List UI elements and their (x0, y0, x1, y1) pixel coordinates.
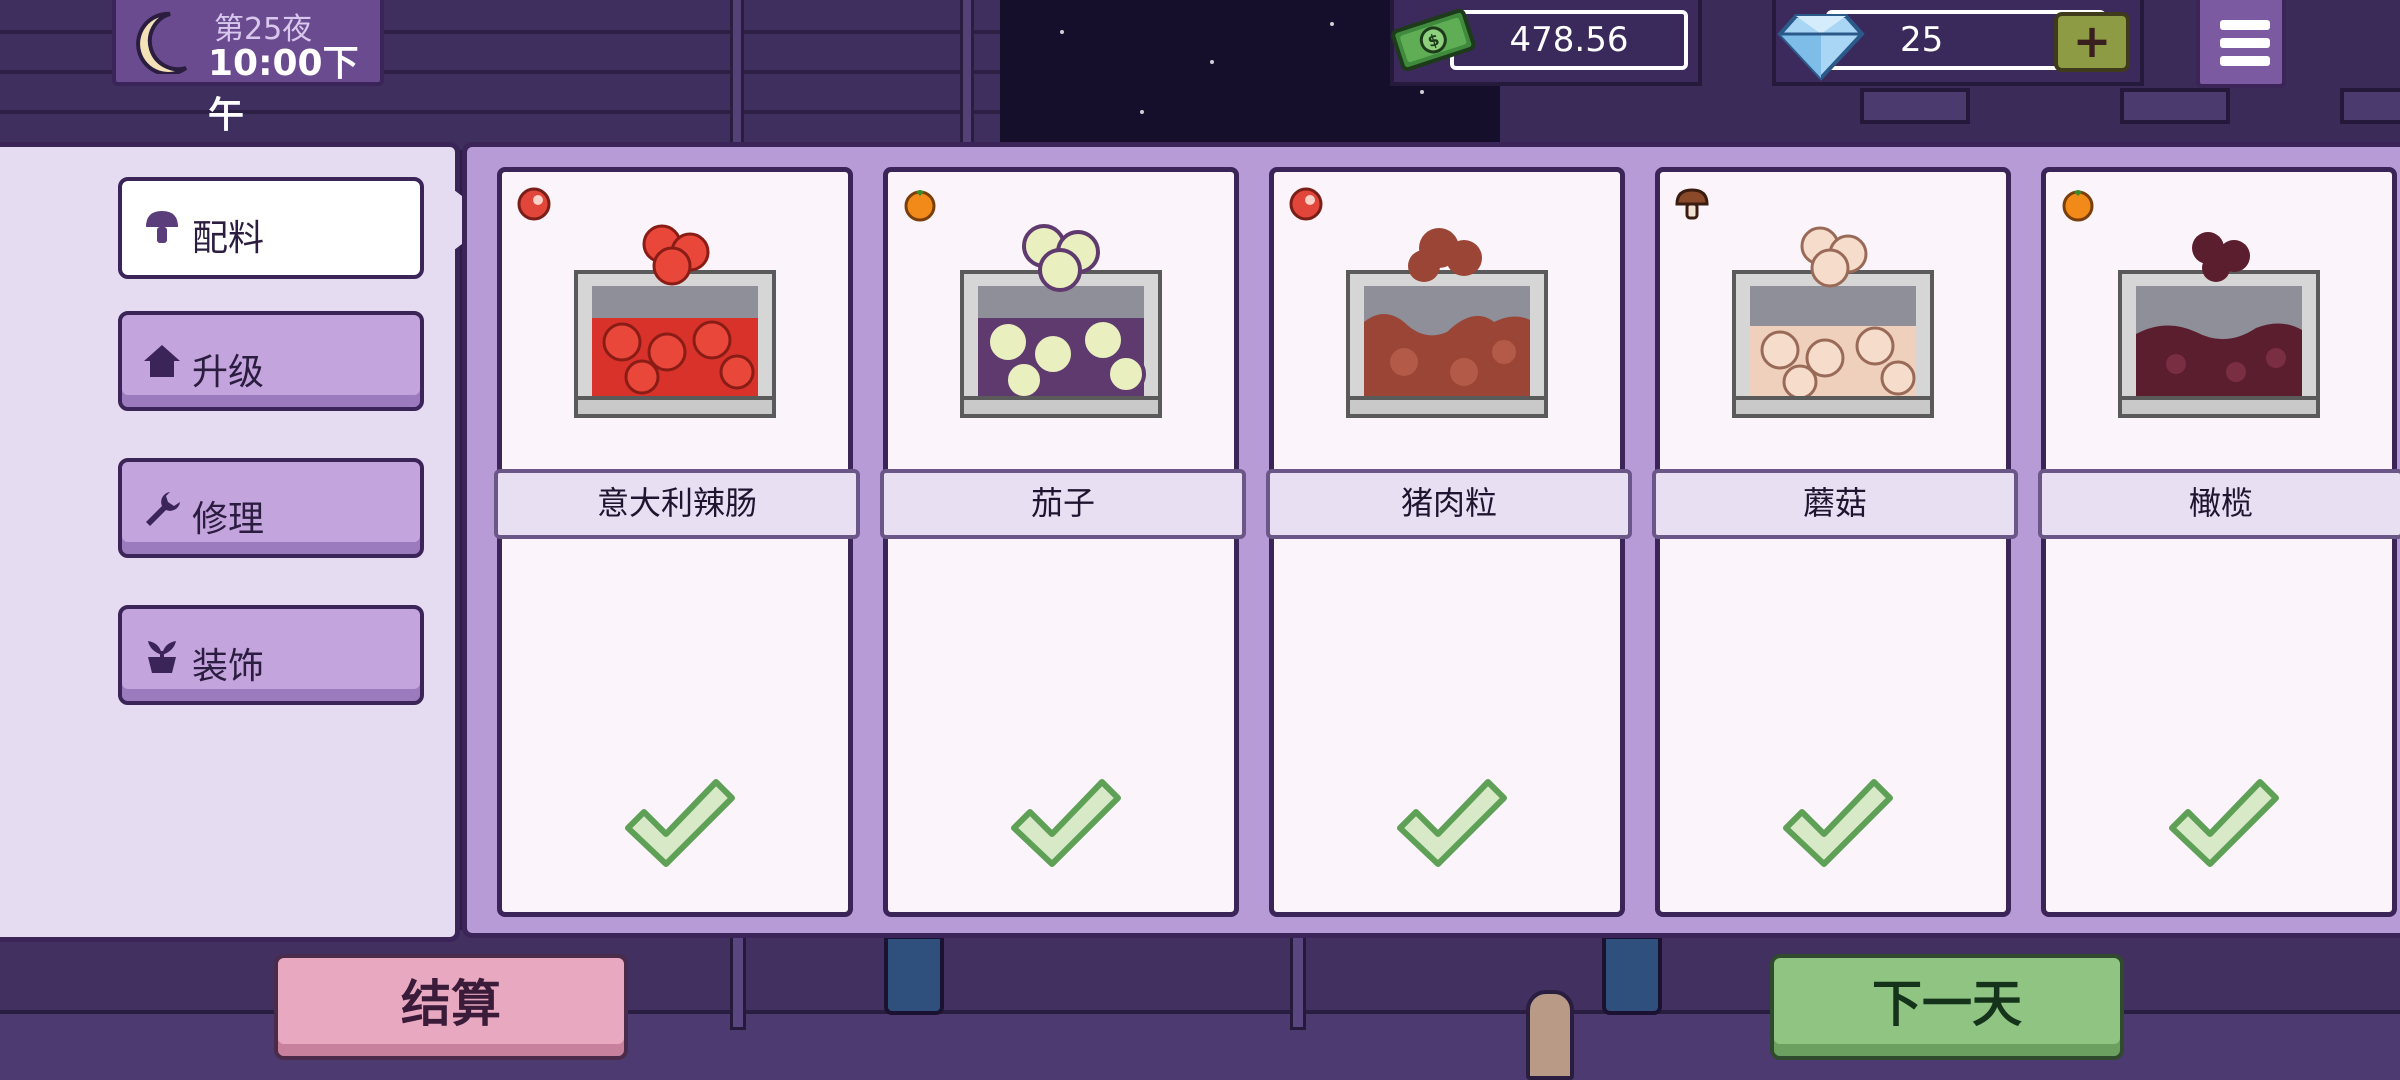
vegetable-icon (904, 190, 936, 222)
tab-label: 升级 (192, 352, 265, 393)
checkmark-icon (1783, 779, 1893, 867)
post (730, 930, 746, 1030)
post (1290, 930, 1306, 1030)
cash-icon: $ (1391, 8, 1476, 72)
wrench-icon (146, 492, 180, 526)
pillar (960, 0, 974, 150)
tab-label: 装饰 (192, 646, 265, 687)
add-gems-button[interactable]: + (2054, 12, 2130, 72)
checkmark-icon (1011, 779, 1121, 867)
ingredient-name: 橄榄 (2038, 469, 2400, 539)
category-sidebar: 配料 升级 修理 装饰 (0, 142, 460, 942)
money-amount: 478.56 (1450, 10, 1688, 70)
ingredient-bin (1732, 226, 1934, 418)
next-day-button[interactable]: 下一天 (1770, 954, 2124, 1060)
ingredient-card[interactable]: 茄子 (880, 167, 1246, 917)
meat-icon (517, 187, 551, 221)
tab-toppings[interactable]: 配料 (118, 177, 424, 279)
ingredient-name: 猪肉粒 (1266, 469, 1632, 539)
moon-icon (136, 11, 188, 74)
trash-bin (1602, 935, 1662, 1015)
tab-decoration[interactable]: 装饰 (118, 605, 424, 705)
vegetable-icon (2062, 190, 2094, 222)
mushroom-icon (146, 211, 178, 243)
tab-label: 配料 (192, 218, 265, 259)
ingredient-name: 蘑菇 (1652, 469, 2018, 539)
trash-bin (884, 935, 944, 1015)
house-icon (144, 345, 180, 377)
ingredient-bin (960, 224, 1162, 418)
ingredient-card[interactable]: 猪肉粒 (1266, 167, 1632, 917)
tab-repair[interactable]: 修理 (118, 458, 424, 558)
ingredients-panel: 意大利辣肠 茄子 猪肉粒 蘑菇 橄榄 (462, 142, 2400, 938)
diamond-icon (1777, 14, 1865, 81)
ingredient-name: 意大利辣肠 (494, 469, 860, 539)
night-time-display: 第25夜 10:00下午 (112, 0, 384, 136)
gem-display: 25 + (1772, 0, 2144, 86)
ingredient-bin (1346, 228, 1548, 418)
fire-hydrant (1526, 990, 1574, 1080)
pillar (730, 0, 744, 150)
tab-label: 修理 (192, 499, 265, 540)
menu-button[interactable] (2196, 0, 2286, 88)
ingredient-bin (574, 224, 776, 418)
checkmark-icon (1397, 779, 1507, 867)
potted-plant-icon (148, 641, 176, 673)
ingredient-card[interactable]: 意大利辣肠 (494, 167, 860, 917)
ingredient-name: 茄子 (880, 469, 1246, 539)
checkmark-icon (625, 779, 735, 867)
money-display: 478.56 $ (1390, 0, 1702, 86)
ingredient-card[interactable]: 蘑菇 (1652, 167, 2018, 917)
checkmark-icon (2169, 779, 2279, 867)
clock-time: 10:00下午 (208, 43, 359, 136)
tab-upgrades[interactable]: 升级 (118, 311, 424, 411)
meat-icon (1289, 187, 1323, 221)
settle-button[interactable]: 结算 (274, 954, 628, 1060)
ingredient-bin (2118, 232, 2320, 418)
ingredient-card[interactable]: 橄榄 (2038, 167, 2400, 917)
mushroom-icon (1675, 188, 1709, 220)
